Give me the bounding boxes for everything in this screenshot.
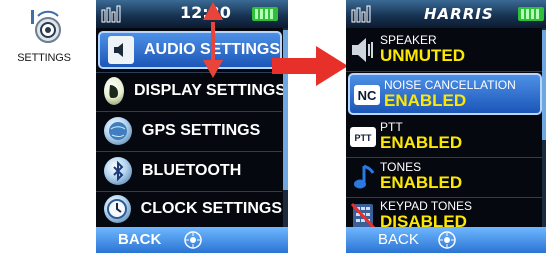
display-icon — [104, 77, 124, 105]
setting-title: TONES — [380, 160, 422, 174]
battery-icon — [252, 7, 278, 21]
menu-item-label: DISPLAY SETTINGS — [134, 82, 287, 99]
music-note-icon — [354, 164, 375, 189]
audio-settings-screen: HARRIS SPEAKER UNMUTED NC NOISE CANCELLA… — [346, 0, 546, 253]
speaker-icon — [108, 36, 134, 64]
battery-icon — [518, 7, 544, 21]
navigation-pad-icon[interactable] — [184, 231, 202, 249]
menu-item-label: CLOCK SETTINGS — [140, 200, 282, 217]
bottom-bar: BACK — [346, 227, 546, 253]
setting-speaker[interactable]: SPEAKER UNMUTED — [346, 30, 542, 70]
speaker-icon — [352, 38, 373, 62]
settings-gear-icon — [31, 10, 61, 43]
bottom-bar: BACK — [96, 227, 288, 253]
setting-value: ENABLED — [380, 133, 463, 152]
setting-title: NOISE CANCELLATION — [384, 78, 516, 92]
status-bar: 12:30 — [96, 0, 288, 28]
scroll-up-cursor-icon — [203, 2, 223, 20]
setting-value: ENABLED — [384, 91, 467, 110]
menu-item-label: BLUETOOTH — [142, 162, 242, 179]
navigation-pad-icon[interactable] — [438, 231, 456, 249]
status-bar: HARRIS — [346, 0, 546, 28]
setting-ptt[interactable]: PTT PTT ENABLED — [346, 117, 542, 157]
settings-app-label: SETTINGS — [17, 52, 71, 64]
navigation-arrow-icon — [272, 46, 348, 86]
setting-value: UNMUTED — [380, 46, 465, 65]
divider — [346, 71, 542, 72]
svg-text:PTT: PTT — [355, 133, 373, 143]
globe-icon — [104, 117, 132, 145]
setting-noise-cancellation[interactable]: NC NOISE CANCELLATION ENABLED — [348, 73, 542, 115]
nc-icon: NC — [354, 85, 380, 105]
setting-title: PTT — [380, 120, 403, 134]
menu-item-clock-settings[interactable]: CLOCK SETTINGS — [96, 190, 282, 228]
scroll-down-cursor-icon — [203, 60, 223, 78]
scrollbar-thumb[interactable] — [542, 30, 546, 140]
setting-title: SPEAKER — [380, 33, 437, 47]
menu-item-display-settings[interactable]: DISPLAY SETTINGS — [96, 72, 286, 110]
settings-menu-screen: 12:30 AUDIO SETTINGS DISPLAY SETTINGS GP… — [96, 0, 288, 253]
menu-item-gps-settings[interactable]: GPS SETTINGS — [96, 112, 282, 150]
menu-item-audio-settings[interactable]: AUDIO SETTINGS — [98, 31, 282, 69]
settings-app-launcher[interactable]: SETTINGS — [4, 8, 84, 78]
setting-title: KEYPAD TONES — [380, 199, 473, 213]
keypad-muted-icon — [350, 202, 376, 230]
signal-icon — [351, 5, 371, 23]
clock-icon — [104, 195, 131, 223]
svg-text:NC: NC — [358, 88, 377, 103]
setting-tones[interactable]: TONES ENABLED — [346, 157, 542, 197]
back-button[interactable]: BACK — [378, 231, 419, 248]
signal-icon — [101, 5, 121, 23]
brand-logo: HARRIS — [424, 5, 494, 23]
setting-value: ENABLED — [380, 173, 463, 192]
bluetooth-icon — [104, 157, 132, 185]
cursor-stem — [211, 22, 215, 62]
ptt-icon: PTT — [350, 127, 376, 147]
menu-item-label: GPS SETTINGS — [142, 122, 261, 139]
menu-item-bluetooth[interactable]: BLUETOOTH — [96, 152, 282, 190]
back-button[interactable]: BACK — [118, 231, 161, 248]
